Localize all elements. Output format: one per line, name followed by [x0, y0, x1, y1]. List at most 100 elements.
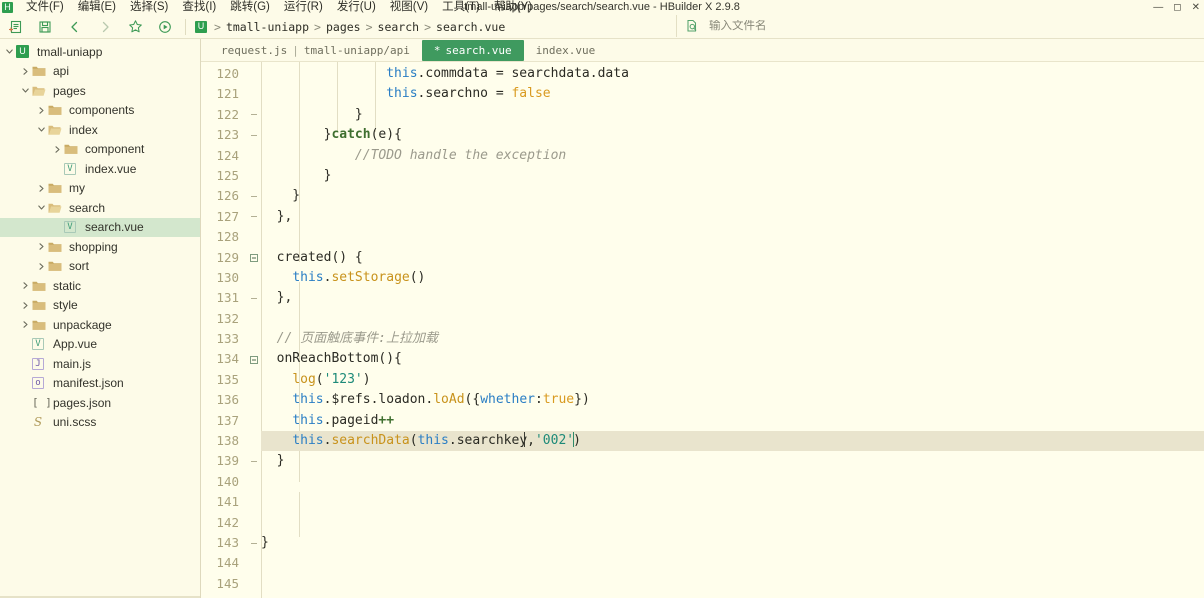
code-line[interactable] [261, 472, 1204, 492]
tree-item-manifest-json[interactable]: o manifest.json [0, 374, 200, 394]
maximize-button[interactable]: ◻ [1173, 0, 1181, 15]
tree-item-pages[interactable]: pages [0, 81, 200, 101]
code-line[interactable]: } [261, 533, 1204, 553]
code-line[interactable]: }, [261, 207, 1204, 227]
chevron-right-icon[interactable] [34, 106, 48, 115]
new-file-icon[interactable] [0, 16, 30, 38]
code-line[interactable]: // 页面触底事件:上拉加载 [261, 329, 1204, 349]
tree-item-pages-json[interactable]: [ ] pages.json [0, 393, 200, 413]
chevron-right-icon[interactable] [18, 281, 32, 290]
code-line[interactable]: this.$refs.loadon.loAd({whether:true}) [261, 390, 1204, 410]
code-line[interactable]: } [261, 186, 1204, 206]
file-search-input[interactable] [709, 20, 869, 32]
forward-icon[interactable] [90, 16, 120, 38]
code-editor[interactable]: 120 121 122 123 124 125 126 127 128 129 130 131 132 1… [201, 62, 1204, 598]
code-token: log [292, 371, 316, 387]
code-line[interactable] [261, 309, 1204, 329]
code-token: commdata [425, 66, 488, 81]
fold-collapse-icon[interactable] [247, 349, 261, 369]
tree-item-style[interactable]: style [0, 296, 200, 316]
fold-collapse-icon[interactable] [247, 248, 261, 268]
menu-view[interactable]: 视图(V) [383, 0, 435, 15]
menu-publish[interactable]: 发行(U) [330, 0, 383, 15]
code-line[interactable]: this.pageid++ [261, 411, 1204, 431]
menu-run[interactable]: 运行(R) [277, 0, 330, 15]
tree-item-index-vue[interactable]: Vindex.vue [0, 159, 200, 179]
run-icon[interactable] [150, 16, 180, 38]
code-line[interactable] [261, 492, 1204, 512]
code-content[interactable]: this.commdata = searchdata.data this.sea… [261, 62, 1204, 598]
code-line[interactable]: } [261, 105, 1204, 125]
chevron-down-icon[interactable] [2, 47, 16, 56]
close-button[interactable]: ✕ [1192, 0, 1200, 15]
tree-item-api[interactable]: api [0, 62, 200, 82]
tree-item-my[interactable]: my [0, 179, 200, 199]
tree-item-component[interactable]: component [0, 140, 200, 160]
chevron-down-icon[interactable] [34, 125, 48, 134]
tree-item-label: main.js [53, 356, 92, 371]
file-search-box[interactable] [676, 15, 869, 37]
tab-label: request.js [221, 43, 288, 57]
editor-tab-search-vue[interactable]: * search.vue [421, 40, 524, 61]
breadcrumb-part-search[interactable]: search [375, 20, 423, 34]
tree-item-index[interactable]: index [0, 120, 200, 140]
code-line[interactable]: log('123') [261, 370, 1204, 390]
code-line[interactable]: //TODO handle the exception [261, 146, 1204, 166]
tree-item-tmall-uniapp[interactable]: Utmall-uniapp [0, 42, 200, 62]
save-icon[interactable] [30, 16, 60, 38]
tree-item-static[interactable]: static [0, 276, 200, 296]
code-line[interactable]: created() { [261, 248, 1204, 268]
menu-find[interactable]: 查找(I) [175, 0, 223, 15]
code-line[interactable]: } [261, 166, 1204, 186]
tree-item-components[interactable]: components [0, 101, 200, 121]
chevron-right-icon[interactable] [34, 262, 48, 271]
minimize-button[interactable]: — [1153, 0, 1163, 15]
chevron-right-icon[interactable] [18, 301, 32, 310]
menu-goto[interactable]: 跳转(G) [223, 0, 277, 15]
tree-item-shopping[interactable]: shopping [0, 237, 200, 257]
code-token: . [448, 433, 457, 449]
code-line[interactable] [261, 553, 1204, 573]
breadcrumb-part-pages[interactable]: pages [323, 20, 364, 34]
project-logo-icon [195, 20, 207, 33]
chevron-right-icon[interactable] [34, 184, 48, 193]
code-line[interactable]: } [261, 451, 1204, 471]
breadcrumb-part-search-vue[interactable]: search.vue [433, 20, 508, 34]
tree-item-main-js[interactable]: Jmain.js [0, 354, 200, 374]
code-line[interactable]: }catch(e){ [261, 125, 1204, 145]
chevron-down-icon[interactable] [18, 86, 32, 95]
editor-tab-index-vue[interactable]: index.vue [524, 39, 608, 61]
tree-item-search-vue[interactable]: Vsearch.vue [0, 217, 200, 237]
breadcrumb-part-tmall-uniapp[interactable]: tmall-uniapp [223, 20, 312, 34]
code-line[interactable] [261, 227, 1204, 247]
project-explorer[interactable]: Utmall-uniapp api pages components index comp… [0, 39, 201, 598]
back-icon[interactable] [60, 16, 90, 38]
menu-file[interactable]: 文件(F) [19, 0, 71, 15]
tree-item-App-vue[interactable]: V App.vue [0, 335, 200, 355]
favorite-icon[interactable] [120, 16, 150, 38]
code-line-current[interactable]: this.searchData(this.searchkey,'002') [261, 431, 1204, 452]
chevron-right-icon[interactable] [34, 242, 48, 251]
tree-item-unpackage[interactable]: unpackage [0, 315, 200, 335]
menu-edit[interactable]: 编辑(E) [71, 0, 123, 15]
editor-tab-request-js[interactable]: request.js | tmall-uniapp/api [209, 39, 422, 61]
tree-item-search[interactable]: search [0, 198, 200, 218]
code-line[interactable]: this.setStorage() [261, 268, 1204, 288]
code-folding-column[interactable] [247, 62, 261, 598]
tree-item-uni-scss[interactable]: Suni.scss [0, 413, 200, 433]
chevron-down-icon[interactable] [34, 203, 48, 212]
menu-tools[interactable]: 工具(T) [435, 0, 487, 15]
code-line[interactable] [261, 513, 1204, 533]
code-line[interactable] [261, 574, 1204, 594]
chevron-right-icon[interactable] [18, 320, 32, 329]
chevron-right-icon[interactable] [18, 67, 32, 76]
code-line[interactable]: onReachBottom(){ [261, 349, 1204, 369]
tree-item-sort[interactable]: sort [0, 257, 200, 277]
code-line[interactable]: this.commdata = searchdata.data [261, 64, 1204, 84]
code-token: }) [574, 392, 590, 408]
code-line[interactable]: this.searchno = false [261, 84, 1204, 104]
menu-help[interactable]: 帮助(Y) [487, 0, 539, 15]
menu-select[interactable]: 选择(S) [123, 0, 175, 15]
code-line[interactable]: }, [261, 288, 1204, 308]
chevron-right-icon[interactable] [50, 145, 64, 154]
